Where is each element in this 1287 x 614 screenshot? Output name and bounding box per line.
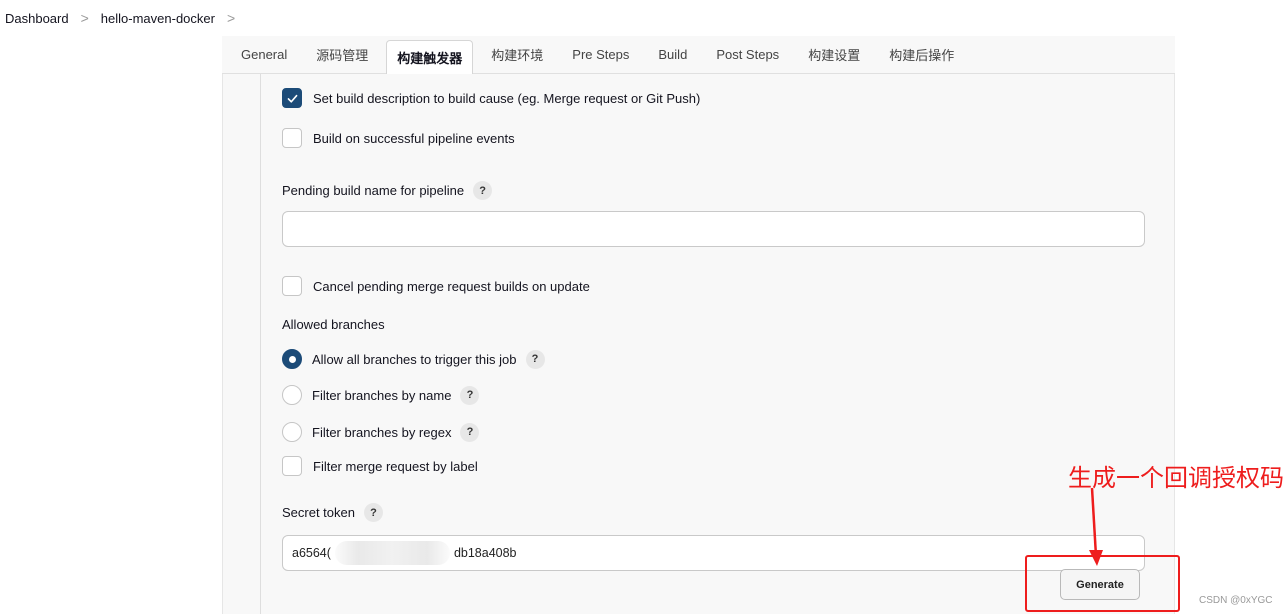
tab-pre-steps[interactable]: Pre Steps xyxy=(572,36,629,74)
tab-scm[interactable]: 源码管理 xyxy=(316,36,368,74)
radio-all-branches-button[interactable] xyxy=(282,349,302,369)
tab-build[interactable]: Build xyxy=(658,36,687,74)
secret-token-suffix: db18a408b xyxy=(453,546,517,560)
config-panel xyxy=(261,72,1175,614)
set-description-label: Set build description to build cause (eg… xyxy=(313,90,701,106)
tab-build-env[interactable]: 构建环境 xyxy=(491,36,543,74)
redacted-token-blur xyxy=(334,541,450,565)
help-icon[interactable]: ? xyxy=(525,349,545,369)
radio-filter-name-button[interactable] xyxy=(282,385,302,405)
watermark: CSDN @0xYGC xyxy=(1199,595,1273,606)
pending-build-name-input[interactable] xyxy=(282,211,1145,247)
set-description-checkbox[interactable] xyxy=(282,88,302,108)
tab-build-settings[interactable]: 构建设置 xyxy=(808,36,860,74)
left-panel xyxy=(222,36,261,614)
tab-build-triggers[interactable]: 构建触发器 xyxy=(386,39,474,74)
radio-filter-regex-label: Filter branches by regex xyxy=(312,424,452,440)
pending-build-name-label: Pending build name for pipeline xyxy=(282,183,465,198)
config-tabs: General 源码管理 构建触发器 构建环境 Pre Steps Build … xyxy=(222,36,1175,74)
breadcrumb-dashboard[interactable]: Dashboard xyxy=(5,11,69,26)
chevron-right-icon[interactable]: > xyxy=(227,10,235,26)
annotation-text: 生成一个回调授权码 xyxy=(1068,464,1284,492)
pipeline-events-checkbox[interactable] xyxy=(282,128,302,148)
filter-label-label: Filter merge request by label xyxy=(313,458,478,474)
help-icon[interactable]: ? xyxy=(460,385,480,405)
filter-label-checkbox[interactable] xyxy=(282,456,302,476)
annotation-arrow-icon xyxy=(1089,488,1103,566)
radio-all-branches-label: Allow all branches to trigger this job xyxy=(312,351,517,367)
tab-general[interactable]: General xyxy=(241,36,287,74)
section-divider xyxy=(260,72,261,614)
help-icon[interactable]: ? xyxy=(473,181,493,200)
radio-filter-regex[interactable]: Filter branches by regex ? xyxy=(282,422,480,442)
secret-token-label: Secret token xyxy=(282,505,355,520)
filter-label-option[interactable]: Filter merge request by label xyxy=(282,456,478,476)
secret-token-heading: Secret token ? xyxy=(282,503,383,522)
help-icon[interactable]: ? xyxy=(460,422,480,442)
check-icon xyxy=(287,94,297,103)
secret-token-input[interactable]: a6564( db18a408b xyxy=(282,535,1145,571)
radio-all-branches[interactable]: Allow all branches to trigger this job ? xyxy=(282,349,545,369)
help-icon[interactable]: ? xyxy=(364,503,383,522)
tab-post-steps[interactable]: Post Steps xyxy=(716,36,779,74)
radio-filter-name-label: Filter branches by name xyxy=(312,387,452,403)
pipeline-events-option[interactable]: Build on successful pipeline events xyxy=(282,128,515,148)
tab-post-build[interactable]: 构建后操作 xyxy=(889,36,954,74)
pipeline-events-label: Build on successful pipeline events xyxy=(313,130,515,146)
cancel-pending-option[interactable]: Cancel pending merge request builds on u… xyxy=(282,276,590,296)
radio-filter-regex-button[interactable] xyxy=(282,422,302,442)
breadcrumb: Dashboard > hello-maven-docker > xyxy=(0,0,1287,36)
pending-build-name-heading: Pending build name for pipeline ? xyxy=(282,181,493,200)
cancel-pending-checkbox[interactable] xyxy=(282,276,302,296)
set-description-option[interactable]: Set build description to build cause (eg… xyxy=(282,88,700,108)
cancel-pending-label: Cancel pending merge request builds on u… xyxy=(313,278,590,294)
allowed-branches-label: Allowed branches xyxy=(282,317,385,332)
chevron-right-icon: > xyxy=(80,10,89,26)
radio-filter-name[interactable]: Filter branches by name ? xyxy=(282,385,480,405)
breadcrumb-job[interactable]: hello-maven-docker xyxy=(101,11,215,26)
secret-token-prefix: a6564( xyxy=(292,546,331,560)
